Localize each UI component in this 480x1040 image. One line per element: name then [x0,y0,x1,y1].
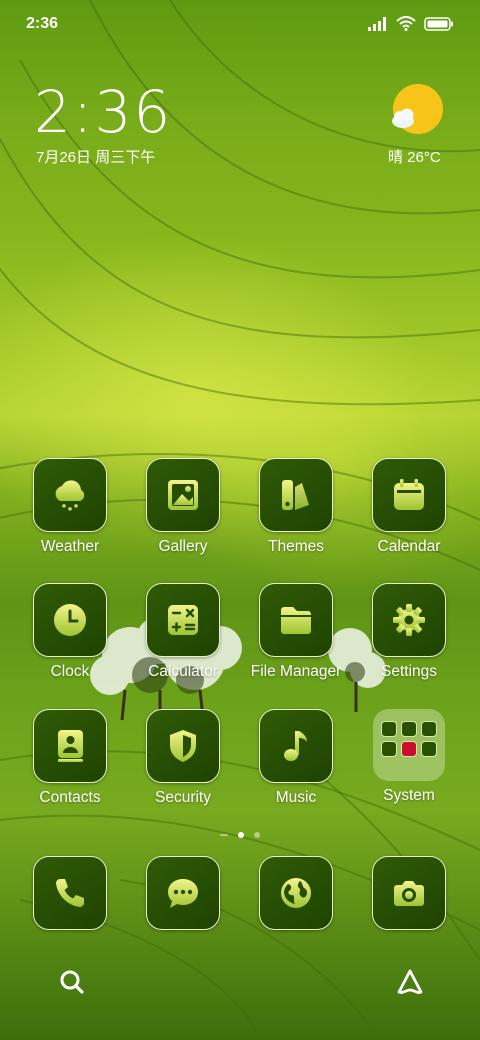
shield-icon [170,730,196,762]
app-file-manager[interactable]: File Manager [241,583,351,681]
app-label: Settings [380,663,437,680]
camera-icon [394,881,424,906]
app-tile[interactable] [259,856,333,930]
app-tile[interactable] [146,583,220,657]
phone-icon [56,879,84,907]
folder-icon [281,607,311,634]
app-tile[interactable] [33,856,107,930]
dock-browser[interactable] [241,856,351,930]
gallery-icon [168,480,198,510]
clock-icon [54,604,86,636]
clock-widget-time[interactable]: 2:36 [34,78,172,146]
app-calculator[interactable]: Calculator [128,583,238,681]
dock-messages[interactable] [128,856,238,930]
app-tile[interactable] [372,458,446,532]
mini-app-icon [381,721,397,737]
themes-icon [282,480,309,510]
app-music[interactable]: Music [241,709,351,807]
app-tile[interactable] [146,709,220,783]
contacts-icon [58,730,83,762]
app-tile[interactable] [259,583,333,657]
status-bar: 2:36 [0,0,480,50]
app-folder-system[interactable]: System [354,709,464,805]
mini-app-icon [421,721,437,737]
app-tile[interactable] [33,458,107,532]
app-label: Clock [50,663,90,680]
page-dot[interactable] [254,832,260,838]
mini-app-icon [401,741,417,757]
mini-app-icon [381,741,397,757]
app-label: Weather [40,538,100,555]
music-note-icon [284,731,307,761]
wifi-icon [396,16,416,31]
page-indicator[interactable] [0,832,480,838]
mini-app-icon [421,741,437,757]
calculator-icon [168,605,198,635]
clock-widget-date[interactable]: 7月26日 周三下午 [36,146,155,167]
app-settings[interactable]: Settings [354,583,464,681]
app-gallery[interactable]: Gallery [128,458,238,556]
app-contacts[interactable]: Contacts [15,709,125,807]
app-label: Contacts [39,789,101,806]
app-tile[interactable] [372,583,446,657]
calendar-icon [394,479,424,510]
app-weather[interactable]: Weather [15,458,125,556]
assistant-icon[interactable] [394,966,426,998]
sunny-cloud-icon[interactable] [390,84,444,138]
app-tile[interactable] [33,583,107,657]
app-label: System [383,787,435,804]
app-themes[interactable]: Themes [241,458,351,556]
status-icons [368,16,454,31]
status-time: 2:36 [26,15,59,32]
app-calendar[interactable]: Calendar [354,458,464,556]
app-label: Security [155,789,211,806]
battery-icon [424,16,453,31]
page-dot-active[interactable] [238,832,244,838]
app-label: File Manager [250,663,342,680]
weather-widget-text[interactable]: 晴 26°C [388,146,441,167]
app-security[interactable]: Security [128,709,238,807]
gear-icon [393,604,425,636]
app-tile[interactable] [33,709,107,783]
app-clock[interactable]: Clock [15,583,125,681]
messages-icon [168,879,198,908]
app-label: Calendar [377,538,441,555]
app-tile[interactable] [259,458,333,532]
weather-icon [55,480,85,511]
app-tile[interactable] [146,458,220,532]
signal-icon [368,16,386,31]
app-label: Themes [268,538,324,555]
dock-phone[interactable] [15,856,125,930]
browser-globe-icon [281,878,311,908]
app-label: Music [275,789,317,806]
app-tile[interactable] [146,856,220,930]
app-label: Gallery [158,538,208,555]
app-tile[interactable] [372,856,446,930]
dock-camera[interactable] [354,856,464,930]
app-tile[interactable] [259,709,333,783]
search-icon[interactable] [56,966,88,998]
mini-app-icon [401,721,417,737]
home-indicator-dot [220,834,228,836]
folder-group-icon[interactable] [373,709,445,781]
app-label: Calculator [148,663,218,680]
